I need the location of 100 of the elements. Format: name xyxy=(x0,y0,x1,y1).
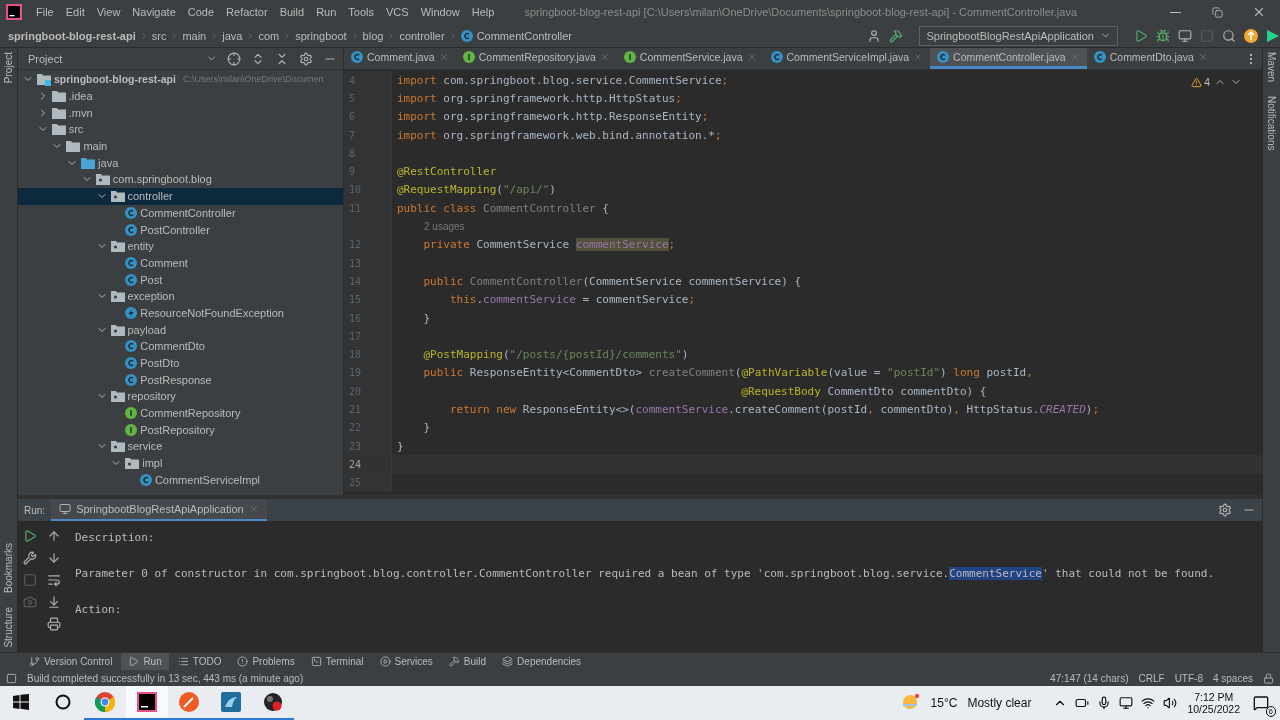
menu-item[interactable]: Refactor xyxy=(220,6,274,18)
tool-window-button[interactable]: Build xyxy=(441,653,494,670)
breadcrumb[interactable]: com xyxy=(258,29,280,42)
wifi-icon[interactable] xyxy=(1141,696,1156,710)
menu-item[interactable]: Code xyxy=(181,6,221,18)
run-tab[interactable]: SpringbootBlogRestApiApplication xyxy=(51,499,267,521)
search-icon[interactable] xyxy=(1222,28,1236,43)
caret-position[interactable]: 47:147 (14 chars) xyxy=(1050,672,1129,684)
breadcrumb[interactable]: main xyxy=(182,29,207,42)
tree-item[interactable]: .idea xyxy=(68,90,93,103)
tree-item[interactable]: service xyxy=(127,440,163,453)
weather-condition[interactable]: Mostly clear xyxy=(967,696,1032,710)
tool-window-tab[interactable]: Project xyxy=(3,52,14,84)
tree-item[interactable]: impl xyxy=(142,457,163,470)
editor-tab[interactable]: Comment.java xyxy=(344,48,456,69)
tree-item[interactable]: payload xyxy=(127,323,167,336)
editor-tab[interactable]: CommentDto.java xyxy=(1086,48,1215,69)
menu-item[interactable]: Edit xyxy=(59,6,91,18)
tree-item[interactable]: entity xyxy=(127,240,154,253)
tool-window-tab[interactable]: Maven xyxy=(1266,52,1277,82)
tree-item[interactable]: PostDto xyxy=(140,357,180,370)
tree-item[interactable]: CommentRepository xyxy=(140,407,241,420)
editor-tab[interactable]: CommentServiceImpl.java xyxy=(763,48,931,69)
menu-item[interactable]: Window xyxy=(414,6,466,18)
menu-item[interactable]: File xyxy=(30,6,60,18)
settings-icon[interactable] xyxy=(1218,503,1232,517)
indent-setting[interactable]: 4 spaces xyxy=(1212,672,1253,684)
scroll-end-icon[interactable] xyxy=(47,595,61,609)
temperature[interactable]: 15°C xyxy=(930,696,958,710)
menu-item[interactable]: Navigate xyxy=(126,6,182,18)
tree-item[interactable]: exception xyxy=(127,290,175,303)
tool-window-tab[interactable]: Structure xyxy=(3,607,14,648)
tool-window-button[interactable]: Problems xyxy=(230,653,302,670)
rerun-icon[interactable] xyxy=(23,529,37,543)
file-encoding[interactable]: UTF-8 xyxy=(1174,672,1203,684)
editor-tab[interactable]: CommentController.java xyxy=(930,48,1087,69)
tree-item[interactable]: src xyxy=(68,123,84,136)
run-icon[interactable] xyxy=(1134,28,1148,43)
display-icon[interactable] xyxy=(1119,696,1134,710)
warning-count[interactable]: 4 xyxy=(1190,76,1210,88)
tool-window-tab[interactable]: Bookmarks xyxy=(3,543,14,594)
tool-window-button[interactable]: Terminal xyxy=(303,653,371,670)
run-configuration-select[interactable]: SpringbootBlogRestApiApplication xyxy=(919,25,1118,46)
update-icon[interactable] xyxy=(1244,28,1258,43)
tree-item[interactable]: Post xyxy=(140,273,163,286)
tree-item[interactable]: PostController xyxy=(140,223,210,236)
app-icon[interactable] xyxy=(263,692,283,712)
collapse-all-icon[interactable] xyxy=(275,51,289,66)
tree-item[interactable]: CommentDto xyxy=(140,340,205,353)
down-icon[interactable] xyxy=(47,551,61,565)
tool-window-button[interactable]: TODO xyxy=(170,653,229,670)
settings-icon[interactable] xyxy=(299,51,313,66)
usages-hint[interactable]: 2 usages xyxy=(424,221,465,232)
camera-icon[interactable] xyxy=(23,595,37,609)
tool-window-button[interactable]: Version Control xyxy=(22,653,120,670)
wrench-icon[interactable] xyxy=(23,551,37,565)
tool-window-button[interactable]: Services xyxy=(372,653,440,670)
clock-time[interactable]: 7:12 PM xyxy=(1194,691,1234,703)
menu-item[interactable]: View xyxy=(90,6,127,18)
search-circle-icon[interactable] xyxy=(55,694,71,710)
tree-item[interactable]: ResourceNotFoundException xyxy=(140,306,284,319)
stop-icon[interactable] xyxy=(23,573,37,587)
user-icon[interactable] xyxy=(867,28,882,43)
debug-icon[interactable] xyxy=(1156,28,1170,43)
breadcrumb[interactable]: src xyxy=(151,29,167,42)
tree-item[interactable]: com.springboot.blog xyxy=(112,173,212,186)
menu-item[interactable]: Build xyxy=(273,6,311,18)
tree-item[interactable]: PostRepository xyxy=(140,423,215,436)
windows-icon[interactable] xyxy=(13,694,29,710)
battery-icon[interactable] xyxy=(1075,696,1090,710)
tree-item[interactable]: main xyxy=(83,140,108,153)
menu-item[interactable]: Help xyxy=(465,6,501,18)
tool-window-button[interactable]: Dependencies xyxy=(495,653,589,670)
hammer-icon[interactable] xyxy=(889,28,904,43)
breadcrumb[interactable]: CommentController xyxy=(476,29,572,42)
tree-item[interactable]: .mvn xyxy=(68,106,93,119)
tree-item[interactable]: Comment xyxy=(140,256,188,269)
menu-item[interactable]: VCS xyxy=(380,6,415,18)
line-separator[interactable]: CRLF xyxy=(1138,672,1165,684)
locate-icon[interactable] xyxy=(227,51,241,66)
breadcrumb[interactable]: blog xyxy=(362,29,384,42)
panel-title[interactable]: Project xyxy=(28,52,63,65)
microphone-icon[interactable] xyxy=(1097,696,1112,710)
tree-item[interactable]: controller xyxy=(127,190,173,203)
wrap-icon[interactable] xyxy=(47,573,61,587)
tree-item[interactable]: java xyxy=(98,156,119,169)
menu-item[interactable]: Run xyxy=(310,6,343,18)
plugin-logo[interactable] xyxy=(1266,28,1280,43)
editor-tab[interactable]: CommentRepository.java xyxy=(455,48,617,69)
menu-item[interactable]: Tools xyxy=(342,6,380,18)
app-icon[interactable] xyxy=(137,692,157,712)
tree-item[interactable]: CommentServiceImpl xyxy=(154,473,261,486)
volume-icon[interactable] xyxy=(1163,696,1178,710)
tree-item[interactable]: springboot-blog-rest-api xyxy=(54,73,176,86)
breadcrumb[interactable]: java xyxy=(222,29,243,42)
editor-tab[interactable]: CommentService.java xyxy=(616,48,764,69)
tree-item[interactable]: PostResponse xyxy=(140,373,212,386)
up-icon[interactable] xyxy=(47,529,61,543)
clock-date[interactable]: 10/25/2022 xyxy=(1187,703,1240,715)
tree-item[interactable]: repository xyxy=(127,390,176,403)
